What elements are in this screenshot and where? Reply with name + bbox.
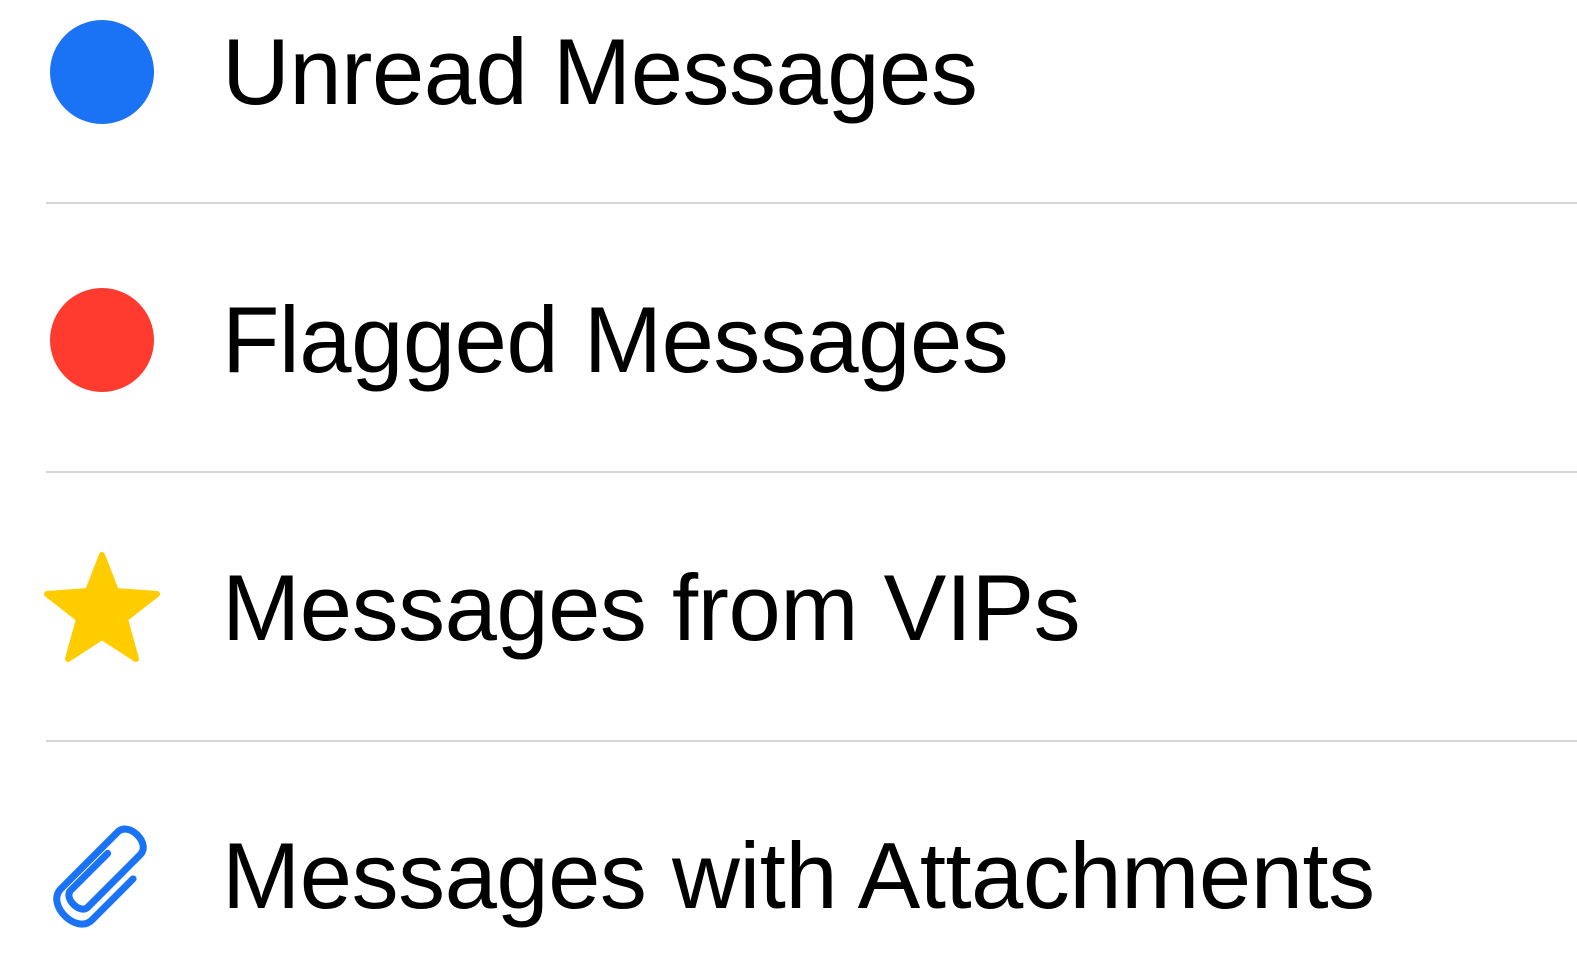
red-dot-icon	[42, 270, 162, 410]
paperclip-shape	[53, 825, 147, 928]
unread-dot	[50, 20, 154, 124]
filter-label: Flagged Messages	[222, 287, 1009, 392]
mail-filter-list: Unread Messages Flagged Messages Message…	[0, 0, 1577, 956]
flagged-dot	[50, 288, 154, 392]
divider	[46, 740, 1577, 742]
paperclip-icon	[42, 806, 162, 946]
filter-attachment-messages[interactable]: Messages with Attachments	[0, 806, 1577, 946]
filter-unread-messages[interactable]: Unread Messages	[0, 2, 1577, 142]
filter-vip-messages[interactable]: Messages from VIPs	[0, 538, 1577, 678]
filter-label: Unread Messages	[222, 19, 978, 124]
filter-flagged-messages[interactable]: Flagged Messages	[0, 270, 1577, 410]
star-shape	[44, 552, 160, 662]
star-icon	[42, 538, 162, 678]
blue-dot-icon	[42, 2, 162, 142]
divider	[46, 202, 1577, 204]
filter-label: Messages from VIPs	[222, 555, 1081, 660]
filter-label: Messages with Attachments	[222, 823, 1375, 928]
divider	[46, 471, 1577, 473]
